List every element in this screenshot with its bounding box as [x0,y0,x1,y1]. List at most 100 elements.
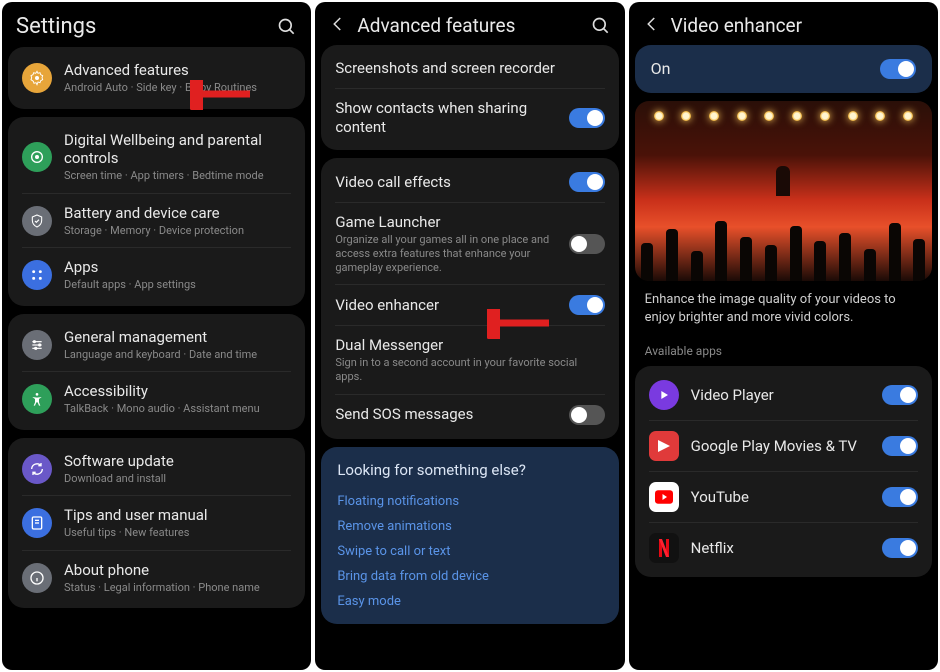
row-subtitle: Status · Legal information · Phone name [64,581,291,595]
row-subtitle: Default apps · App settings [64,278,291,292]
settings-card: General managementLanguage and keyboard … [8,314,305,430]
row-subtitle: Useful tips · New features [64,526,291,540]
row-title: Show contacts when sharing content [335,99,556,137]
app-name: YouTube [691,488,870,507]
app-row[interactable]: YouTube [635,472,932,522]
row-title: Tips and user manual [64,506,291,525]
video-enhancer-screen: Video enhancer On Enhance the image qual… [629,2,938,670]
tips-icon [22,508,52,538]
row-title: Software update [64,452,291,471]
looking-link[interactable]: Remove animations [337,514,602,539]
row-title: Apps [64,258,291,277]
toggle[interactable] [569,234,605,254]
youtube-icon [649,482,679,512]
toggle[interactable] [882,385,918,405]
description-text: Enhance the image quality of your videos… [635,289,932,328]
row-subtitle: TalkBack · Mono audio · Assistant menu [64,402,291,416]
row-title: General management [64,328,291,347]
looking-link[interactable]: Swipe to call or text [337,539,602,564]
back-icon[interactable] [329,15,347,37]
settings-row[interactable]: Digital Wellbeing and parental controlsS… [8,121,305,193]
row-title: Video call effects [335,173,556,192]
row-title: Video enhancer [335,296,556,315]
app-name: Video Player [691,386,870,405]
toggle[interactable] [569,295,605,315]
row-title: Battery and device care [64,204,291,223]
app-row[interactable]: Video Player [635,370,932,420]
settings-row[interactable]: AccessibilityTalkBack · Mono audio · Ass… [8,372,305,426]
toggle[interactable] [569,172,605,192]
advanced-features-screen: Advanced features Screenshots and screen… [315,2,624,670]
settings-row[interactable]: Dual MessengerSign in to a second accoun… [321,326,618,393]
toggle[interactable] [569,405,605,425]
row-title: About phone [64,561,291,580]
row-subtitle: Screen time · App timers · Bedtime mode [64,169,291,183]
page-title: Advanced features [357,14,580,37]
settings-screen: Settings Advanced featuresAndroid Auto ·… [2,2,311,670]
toggle[interactable] [882,538,918,558]
back-icon[interactable] [643,15,661,37]
row-subtitle: Download and install [64,472,291,486]
settings-row[interactable]: General managementLanguage and keyboard … [8,318,305,372]
header: Advanced features [315,2,624,45]
row-title: Dual Messenger [335,336,604,355]
settings-row[interactable]: Game LauncherOrganize all your games all… [321,203,618,284]
app-name: Netflix [691,539,870,558]
looking-link[interactable]: Easy mode [337,589,602,614]
toggle[interactable] [569,108,605,128]
toggle[interactable] [882,487,918,507]
toggle[interactable] [882,436,918,456]
settings-icon [22,63,52,93]
header: Video enhancer [629,2,938,45]
looking-title: Looking for something else? [337,461,602,479]
settings-row[interactable]: Show contacts when sharing content [321,89,618,147]
row-subtitle: Sign in to a second account in your favo… [335,356,604,384]
master-toggle-row[interactable]: On [635,45,932,93]
looking-link[interactable]: Floating notifications [337,489,602,514]
settings-row[interactable]: Screenshots and screen recorder [321,49,618,88]
settings-card: Video call effects Game LauncherOrganize … [321,158,618,438]
page-title: Video enhancer [671,14,924,37]
row-subtitle: Android Auto · Side key · Bixby Routines [64,81,291,95]
app-row[interactable]: Netflix [635,523,932,573]
search-icon[interactable] [277,17,297,37]
general-icon [22,330,52,360]
settings-row[interactable]: AppsDefault apps · App settings [8,248,305,302]
apps-card: Video Player Google Play Movies & TV YouTu… [635,366,932,577]
settings-card: Digital Wellbeing and parental controlsS… [8,117,305,306]
row-title: Game Launcher [335,213,556,232]
settings-card: Screenshots and screen recorder Show cont… [321,45,618,150]
settings-row[interactable]: Video call effects [321,162,618,202]
looking-link[interactable]: Bring data from old device [337,564,602,589]
section-label: Available apps [635,336,932,358]
netflix-icon [649,533,679,563]
settings-row[interactable]: Battery and device careStorage · Memory … [8,194,305,248]
update-icon [22,454,52,484]
row-title: Accessibility [64,382,291,401]
settings-row[interactable]: About phoneStatus · Legal information · … [8,551,305,605]
settings-card: Advanced featuresAndroid Auto · Side key… [8,47,305,109]
page-title: Settings [16,14,267,39]
settings-row[interactable]: Send SOS messages [321,395,618,435]
master-toggle-label: On [651,59,880,79]
wellbeing-icon [22,142,52,172]
row-subtitle: Organize all your games all in one place… [335,233,556,274]
playmovies-icon [649,431,679,461]
apps-icon [22,260,52,290]
settings-row[interactable]: Advanced featuresAndroid Auto · Side key… [8,51,305,105]
search-icon[interactable] [591,16,611,36]
settings-card: Software updateDownload and installTips … [8,438,305,609]
app-row[interactable]: Google Play Movies & TV [635,421,932,471]
master-toggle[interactable] [880,59,916,79]
about-icon [22,563,52,593]
row-title: Send SOS messages [335,405,556,424]
settings-row[interactable]: Tips and user manualUseful tips · New fe… [8,496,305,550]
vplayer-icon [649,380,679,410]
settings-row[interactable]: Video enhancer [321,285,618,325]
settings-row[interactable]: Software updateDownload and install [8,442,305,496]
preview-image [635,101,932,281]
accessibility-icon [22,384,52,414]
app-name: Google Play Movies & TV [691,437,870,456]
battery-icon [22,206,52,236]
looking-card: Looking for something else? Floating not… [321,447,618,624]
